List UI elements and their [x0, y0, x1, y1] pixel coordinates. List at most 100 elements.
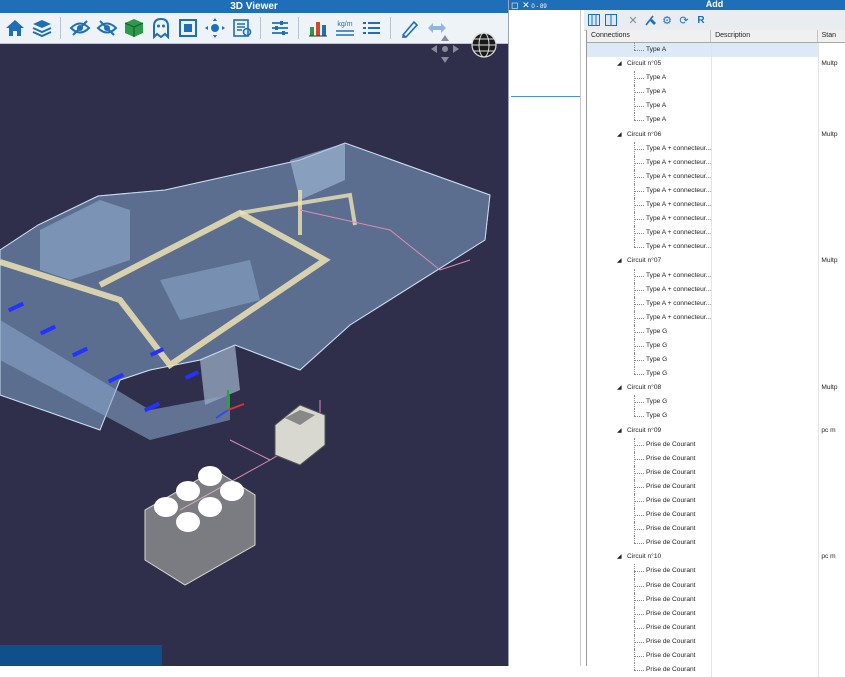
tree-line [634, 543, 644, 545]
connection-row[interactable]: Prise de Courant [587, 536, 845, 551]
circuit-row[interactable]: ◢ Circuit n°09 pc m [587, 423, 845, 438]
standard-cell [819, 311, 845, 325]
column-header-connections[interactable]: Connections [587, 30, 712, 42]
collapse-icon[interactable]: ◢ [617, 550, 622, 564]
connection-row[interactable]: Type G [587, 409, 845, 424]
settings-icon[interactable]: ⚙ [660, 13, 674, 27]
hide-icon[interactable] [95, 16, 119, 40]
ghost-icon[interactable] [149, 16, 173, 40]
connection-row[interactable]: Type A [587, 71, 845, 86]
connection-row[interactable]: Type G [587, 353, 845, 368]
connection-row[interactable]: Type A + connecteur... [587, 198, 845, 213]
connection-row[interactable]: Prise de Courant [587, 494, 845, 509]
connection-label: Prise de Courant [646, 666, 696, 674]
circuit-label: Circuit n°07 [627, 257, 662, 265]
collapse-icon[interactable]: ◢ [617, 128, 622, 142]
standard-cell [819, 508, 845, 522]
fit-view-icon[interactable] [176, 16, 200, 40]
circuit-row[interactable]: ◢ Circuit n°06 Multp [587, 127, 845, 142]
connection-row[interactable]: Type A + connecteur... [587, 155, 845, 170]
connection-row[interactable]: Type A [587, 85, 845, 100]
connection-row[interactable]: Type A [587, 99, 845, 114]
weight-icon[interactable]: kg/m [333, 16, 357, 40]
connection-label: Type A + connecteur... [646, 201, 712, 209]
connection-row[interactable]: Prise de Courant [587, 649, 845, 664]
connection-row[interactable]: Prise de Courant [587, 634, 845, 650]
connection-row[interactable]: Type G [587, 367, 845, 382]
refresh-icon[interactable]: ⟳ [677, 13, 691, 27]
show-icon[interactable] [68, 16, 92, 40]
description-cell [712, 437, 820, 452]
connection-row[interactable]: Type A + connecteur... [587, 282, 845, 297]
home-icon[interactable] [3, 16, 27, 40]
connection-label: Type A + connecteur... [646, 285, 712, 293]
connection-row[interactable]: Type G [587, 338, 845, 354]
connection-cell: Prise de Courant [587, 620, 713, 635]
connection-row[interactable]: Prise de Courant [587, 620, 845, 635]
layers-icon[interactable] [30, 16, 54, 40]
connection-row[interactable]: Type A + connecteur... [587, 296, 845, 311]
connection-label: Type A + connecteur... [646, 243, 712, 251]
connection-row[interactable]: Prise de Courant [587, 479, 845, 494]
connection-row[interactable]: Type A + connecteur... [587, 212, 845, 227]
connection-cell: Type A + connecteur... [587, 183, 713, 199]
document-tab[interactable]: ◻ ✕ 0 - 89 joursAvantRéac [509, 0, 585, 20]
connection-row[interactable]: Type A + connecteur... [587, 183, 845, 199]
r-icon[interactable]: R [694, 13, 708, 27]
cube-icon[interactable] [122, 16, 146, 40]
globe-icon[interactable] [470, 31, 498, 59]
list-view-icon[interactable] [604, 13, 618, 27]
3d-scene[interactable] [0, 32, 508, 666]
collapse-icon[interactable]: ◢ [617, 424, 622, 438]
circuit-row[interactable]: ◢ Circuit n°10 pc m [587, 550, 845, 565]
connection-row[interactable]: Type A + connecteur... [587, 268, 845, 283]
connection-row[interactable]: Type A + connecteur... [587, 169, 845, 184]
connection-row[interactable]: Prise de Courant [587, 465, 845, 480]
collapse-icon[interactable]: ◢ [617, 254, 622, 268]
connection-row[interactable]: Prise de Courant [587, 508, 845, 523]
connection-row[interactable]: Type G [587, 324, 845, 339]
connection-label: Prise de Courant [646, 454, 696, 462]
columns-icon[interactable] [587, 13, 601, 27]
circuit-row[interactable]: ◢ Circuit n°05 Multp [587, 57, 845, 72]
close-icon[interactable]: ✕ [522, 0, 530, 10]
equipment-unit [274, 404, 326, 466]
move-icon[interactable] [203, 16, 227, 40]
connection-row[interactable]: Prise de Courant [587, 592, 845, 607]
connection-row[interactable]: Prise de Courant [587, 437, 845, 452]
clean-icon[interactable] [643, 13, 657, 27]
connection-row[interactable]: Type A + connecteur... [587, 141, 845, 156]
circuit-row[interactable]: ◢ Circuit n°08 Multp [587, 381, 845, 396]
description-cell [712, 268, 820, 283]
connection-row[interactable]: Type A + connecteur... [587, 310, 845, 325]
connection-row[interactable]: Type G [587, 395, 845, 410]
description-cell [712, 141, 820, 156]
connection-row[interactable]: Prise de Courant [587, 451, 845, 466]
connection-row[interactable]: Prise de Courant [587, 564, 845, 579]
document-area[interactable] [511, 30, 581, 97]
connection-row[interactable]: Type A [587, 43, 845, 58]
circuit-row[interactable]: ◢ Circuit n°07 Multp [587, 254, 845, 269]
column-header-description[interactable]: Description [711, 30, 818, 42]
pen-icon[interactable] [398, 16, 422, 40]
connection-row[interactable]: Type A + connecteur... [587, 226, 845, 241]
connection-row[interactable]: Type A + connecteur... [587, 240, 845, 255]
connection-row[interactable]: Prise de Courant [587, 522, 845, 537]
standard-cell [819, 367, 845, 381]
sliders-icon[interactable] [268, 16, 292, 40]
pan-control[interactable] [428, 32, 462, 66]
connection-row[interactable]: Type A [587, 113, 845, 128]
connection-row[interactable]: Prise de Courant [587, 578, 845, 593]
column-header-standard[interactable]: Stan [818, 30, 845, 42]
restore-icon[interactable]: ◻ [511, 0, 518, 10]
collapse-icon[interactable]: ◢ [617, 57, 622, 71]
connection-row[interactable]: Prise de Courant [587, 606, 845, 621]
description-cell [712, 606, 820, 621]
list-icon[interactable] [360, 16, 384, 40]
connection-label: Prise de Courant [646, 623, 696, 631]
connection-row[interactable]: Prise de Courant [587, 663, 845, 677]
bar-chart-icon[interactable] [306, 16, 330, 40]
delete-icon[interactable]: ✕ [626, 13, 640, 27]
collapse-icon[interactable]: ◢ [617, 381, 622, 395]
properties-icon[interactable] [230, 16, 254, 40]
